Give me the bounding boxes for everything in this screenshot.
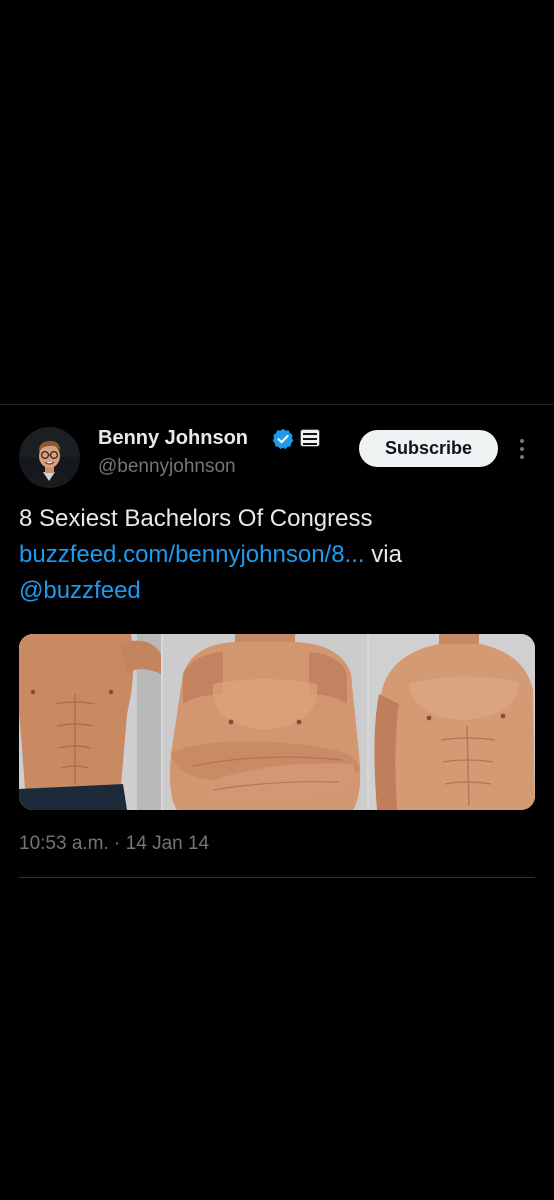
- tweet-media[interactable]: [19, 634, 535, 810]
- via-text: via: [364, 541, 402, 568]
- avatar-image: [19, 427, 80, 488]
- tweet-text: 8 Sexiest Bachelors Of Congress buzzfeed…: [19, 501, 539, 609]
- handle[interactable]: @bennyjohnson: [98, 456, 236, 478]
- display-name[interactable]: Benny Johnson: [98, 427, 248, 450]
- more-options-icon[interactable]: [512, 435, 532, 463]
- tweet-link[interactable]: buzzfeed.com/bennyjohnson/8...: [19, 541, 365, 568]
- top-divider: [0, 404, 554, 405]
- avatar[interactable]: [19, 427, 80, 488]
- verified-badge-icon: [272, 428, 294, 450]
- tweet-timestamp[interactable]: 10:53 a.m. · 14 Jan 14: [19, 833, 209, 855]
- affiliate-badge-icon: [300, 429, 320, 447]
- subscribe-button[interactable]: Subscribe: [359, 430, 498, 467]
- media-photo-2[interactable]: [163, 634, 367, 810]
- bottom-divider: [19, 877, 535, 878]
- mention-link[interactable]: @buzzfeed: [19, 577, 141, 604]
- tweet-text-line: 8 Sexiest Bachelors Of Congress: [19, 505, 373, 532]
- media-photo-1[interactable]: [19, 634, 161, 810]
- media-photo-3[interactable]: [369, 634, 535, 810]
